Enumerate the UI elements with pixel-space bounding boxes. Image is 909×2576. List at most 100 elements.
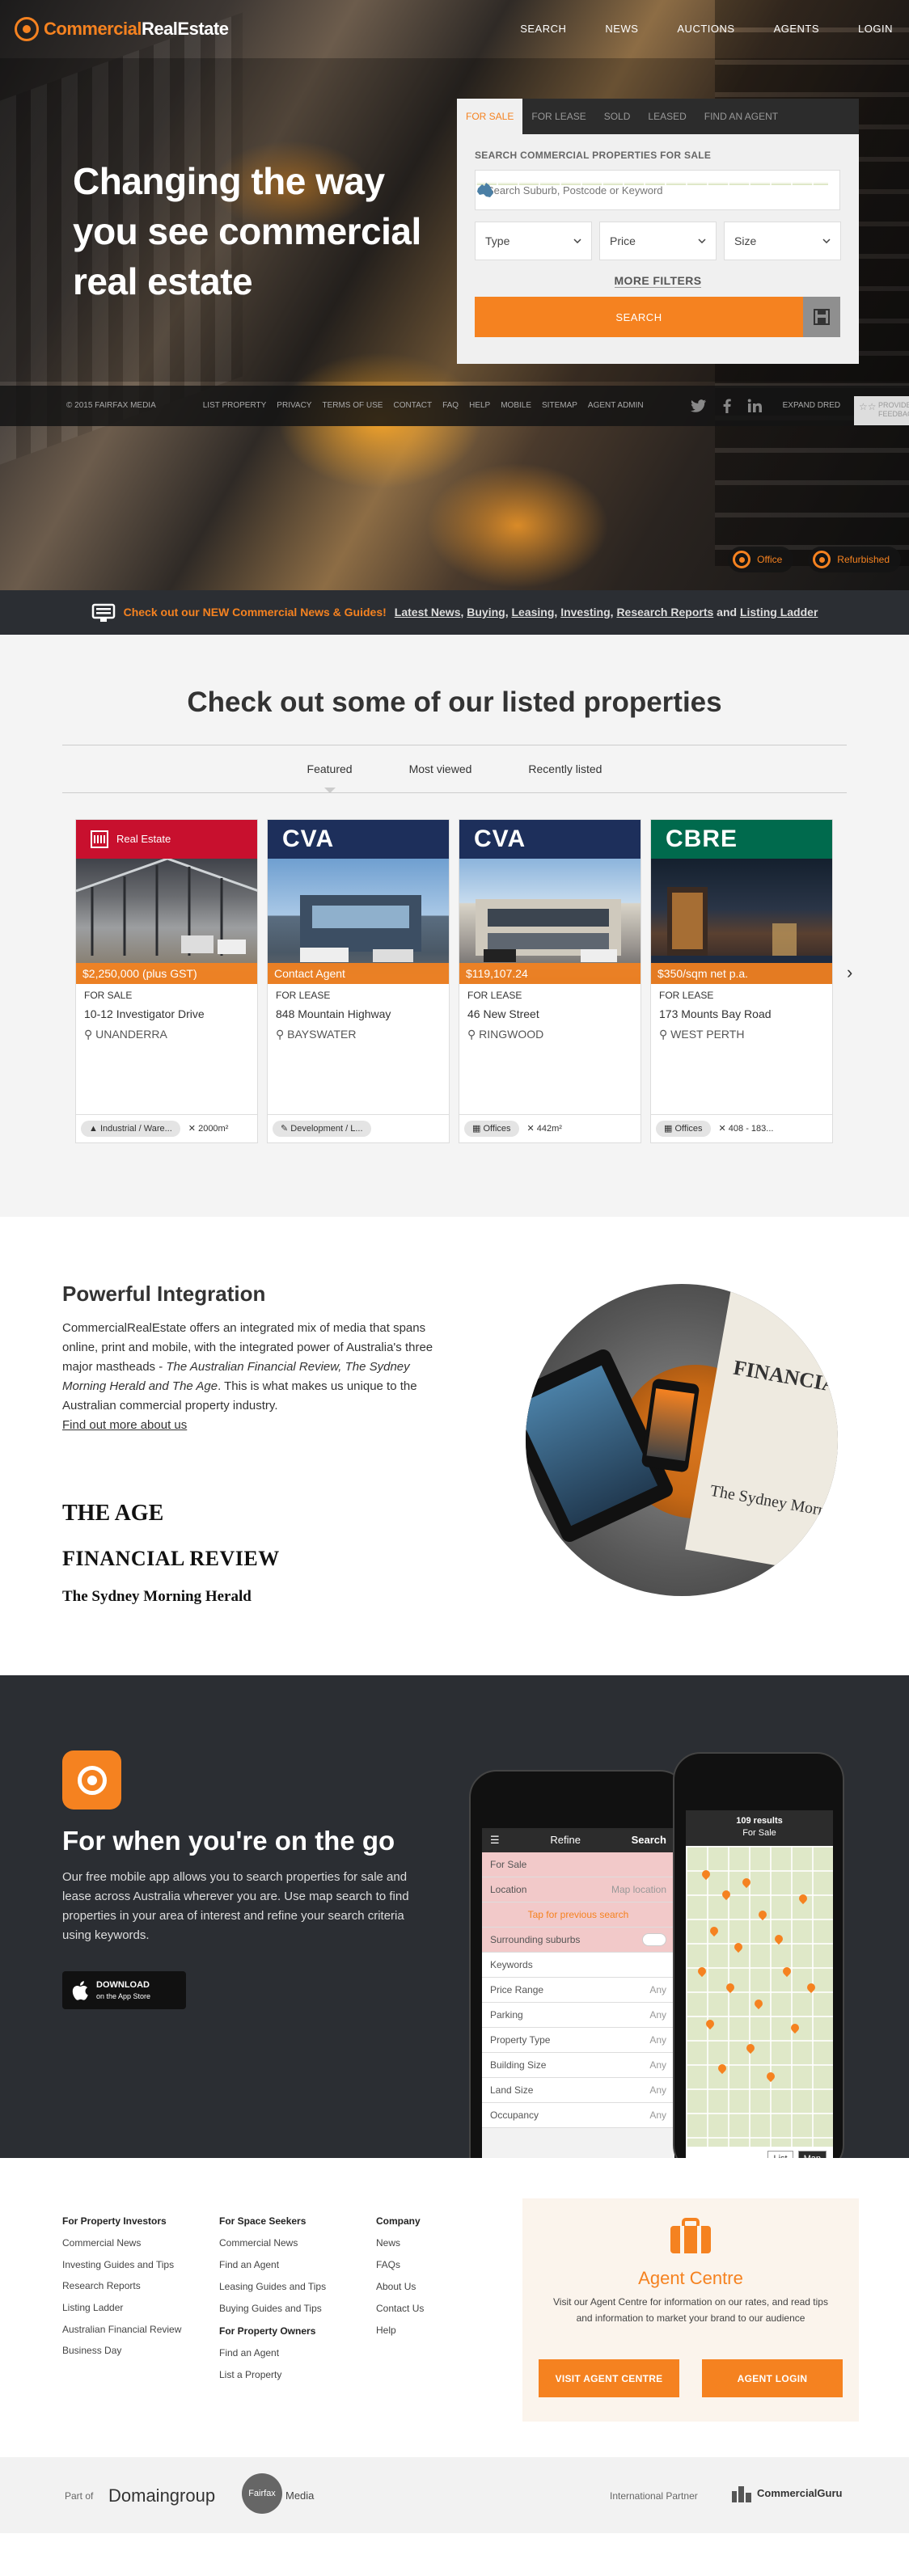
monitor-icon xyxy=(91,603,116,623)
search-input[interactable] xyxy=(476,171,839,210)
fairfax-logo[interactable]: Fairfax xyxy=(242,2473,282,2514)
property-card[interactable]: Real Estate $2,250,000 (plus GST) FOR SA… xyxy=(75,819,258,1143)
nav-auctions[interactable]: AUCTIONS xyxy=(677,22,734,36)
agent-login-button[interactable]: AGENT LOGIN xyxy=(702,2359,843,2397)
app-text: Our free mobile app allows you to search… xyxy=(62,1870,409,1942)
news-link-leasing[interactable]: Leasing xyxy=(512,606,555,619)
property-card[interactable]: CBRE $350/sqm net p.a. FOR LEASE 173 Mou… xyxy=(650,819,833,1143)
map-view xyxy=(686,1846,833,2147)
footer-link[interactable]: Listing Ladder xyxy=(62,2297,192,2319)
news-link-buying[interactable]: Buying xyxy=(467,606,505,619)
tab-leased[interactable]: LEASED xyxy=(639,99,695,134)
search-tabs: FOR SALE FOR LEASE SOLD LEASED FIND AN A… xyxy=(457,99,859,134)
hero-section: Commercial RealEstate SEARCH NEWS AUCTION… xyxy=(0,0,909,635)
property-type-badge: ▦ Offices xyxy=(656,1120,711,1138)
save-search-button[interactable] xyxy=(803,297,840,338)
footer-link[interactable]: Commercial News xyxy=(219,2232,357,2254)
agent-centre-title: Agent Centre xyxy=(638,2268,743,2288)
agency-logo-icon xyxy=(91,830,108,848)
chevron-right-icon[interactable]: › xyxy=(847,961,852,985)
footer-link-agent-admin[interactable]: AGENT ADMIN xyxy=(588,400,644,412)
domain-group-logo[interactable]: Domaingroup xyxy=(108,2484,215,2508)
news-link-latest[interactable]: Latest News xyxy=(395,606,461,619)
footer-link[interactable]: Business Day xyxy=(62,2340,192,2362)
chevron-down-icon xyxy=(573,239,581,244)
app-logo-icon xyxy=(62,1750,121,1810)
footer-link-help[interactable]: HELP xyxy=(469,400,490,412)
commercial-guru-logo[interactable]: CommercialGuru xyxy=(731,2485,842,2502)
property-suburb: RINGWOOD xyxy=(479,1028,544,1041)
tab-most-viewed[interactable]: Most viewed xyxy=(409,762,472,777)
tab-recently-listed[interactable]: Recently listed xyxy=(528,762,602,777)
development-icon: ✎ xyxy=(281,1123,289,1134)
footer-link-sitemap[interactable]: SITEMAP xyxy=(542,400,577,412)
footer-link-privacy[interactable]: PRIVACY xyxy=(277,400,311,412)
australia-map-icon[interactable] xyxy=(476,182,828,198)
property-card[interactable]: CVA $119,107.24 FOR LEASE 46 New Street … xyxy=(459,819,641,1143)
footer-link-terms[interactable]: TERMS OF USE xyxy=(322,400,383,412)
footer-link[interactable]: Help xyxy=(376,2320,489,2342)
tab-featured[interactable]: Featured xyxy=(307,762,353,793)
linkedin-icon[interactable] xyxy=(747,399,762,413)
footer-link[interactable]: Leasing Guides and Tips xyxy=(219,2276,357,2298)
site-footer: For Property Investors Commercial News I… xyxy=(0,2158,909,2457)
footer-link[interactable]: Research Reports xyxy=(62,2275,192,2297)
footer-link[interactable]: Find an Agent xyxy=(219,2254,357,2276)
footer-link[interactable]: Australian Financial Review xyxy=(62,2319,192,2340)
nav-news[interactable]: NEWS xyxy=(605,22,638,36)
property-street: 173 Mounts Bay Road xyxy=(659,1007,772,1021)
footer-link[interactable]: Contact Us xyxy=(376,2298,489,2320)
app-store-button[interactable]: DOWNLOAD on the App Store xyxy=(62,1971,186,2009)
footer-link-mobile[interactable]: MOBILE xyxy=(501,400,531,412)
footer-link[interactable]: Find an Agent xyxy=(219,2342,357,2364)
tab-for-sale[interactable]: FOR SALE xyxy=(457,99,523,134)
footer-link-contact[interactable]: CONTACT xyxy=(393,400,432,412)
facebook-icon[interactable] xyxy=(723,399,731,413)
size-select[interactable]: Size xyxy=(724,222,841,261)
nav-login[interactable]: LOGIN xyxy=(858,22,893,36)
footer-link[interactable]: List a Property xyxy=(219,2364,357,2386)
location-pin-icon: ⚲ xyxy=(659,1028,668,1041)
footer-link[interactable]: FAQs xyxy=(376,2254,489,2276)
footer-link[interactable]: Commercial News xyxy=(62,2232,192,2254)
hero-footer-bar: © 2015 FAIRFAX MEDIA LIST PROPERTY PRIVA… xyxy=(0,386,909,426)
property-card[interactable]: CVA Contact Agent FOR LEASE 848 Mountain… xyxy=(267,819,450,1143)
news-link-research[interactable]: Research Reports xyxy=(616,606,713,619)
briefcase-icon xyxy=(669,2218,712,2255)
phone-refine-screenshot: ☰ Refine Search For Sale Location Map locat… xyxy=(469,1770,687,2158)
app-title: For when you're on the go xyxy=(62,1826,395,1856)
footer-link[interactable]: News xyxy=(376,2232,489,2254)
footer-link-faq[interactable]: FAQ xyxy=(442,400,459,412)
site-logo[interactable]: Commercial RealEstate xyxy=(15,17,229,41)
price-select[interactable]: Price xyxy=(599,222,717,261)
property-price: $2,250,000 (plus GST) xyxy=(76,963,257,984)
expand-link[interactable]: EXPAND DRED xyxy=(783,400,841,412)
visit-agent-centre-button[interactable]: VISIT AGENT CENTRE xyxy=(539,2359,679,2397)
news-bar-lead: Check out our NEW Commercial News & Guid… xyxy=(123,606,387,619)
nav-search[interactable]: SEARCH xyxy=(520,22,566,36)
integration-text: CommercialRealEstate offers an integrate… xyxy=(62,1319,442,1435)
more-filters-link[interactable]: MORE FILTERS xyxy=(614,274,702,289)
twitter-icon[interactable] xyxy=(690,399,707,412)
footer-link-list-property[interactable]: LIST PROPERTY xyxy=(203,400,267,412)
listing-status: FOR LEASE xyxy=(659,990,714,1001)
chevron-down-icon xyxy=(822,239,831,244)
building-icon: ▲ xyxy=(89,1123,98,1134)
tab-for-lease[interactable]: FOR LEASE xyxy=(522,99,594,134)
type-select[interactable]: Type xyxy=(475,222,592,261)
property-photo: $350/sqm net p.a. xyxy=(651,859,832,984)
footer-link[interactable]: About Us xyxy=(376,2276,489,2298)
about-us-link[interactable]: Find out more about us xyxy=(62,1416,442,1435)
news-link-listing-ladder[interactable]: Listing Ladder xyxy=(740,606,818,619)
tag-office[interactable]: Office xyxy=(728,547,794,572)
footer-link[interactable]: Buying Guides and Tips xyxy=(219,2298,357,2320)
footer-link[interactable]: Investing Guides and Tips xyxy=(62,2254,192,2275)
tab-sold[interactable]: SOLD xyxy=(595,99,640,134)
tab-find-agent[interactable]: FIND AN AGENT xyxy=(695,99,787,134)
tag-refurbished[interactable]: Refurbished xyxy=(808,547,901,572)
search-button[interactable]: SEARCH xyxy=(475,297,803,338)
nav-agents[interactable]: AGENTS xyxy=(774,22,819,36)
news-guides-bar: Check out our NEW Commercial News & Guid… xyxy=(0,590,909,635)
feedback-button[interactable]: ☆☆ PROVIDE FEEDBACK xyxy=(854,396,909,425)
news-link-investing[interactable]: Investing xyxy=(560,606,610,619)
